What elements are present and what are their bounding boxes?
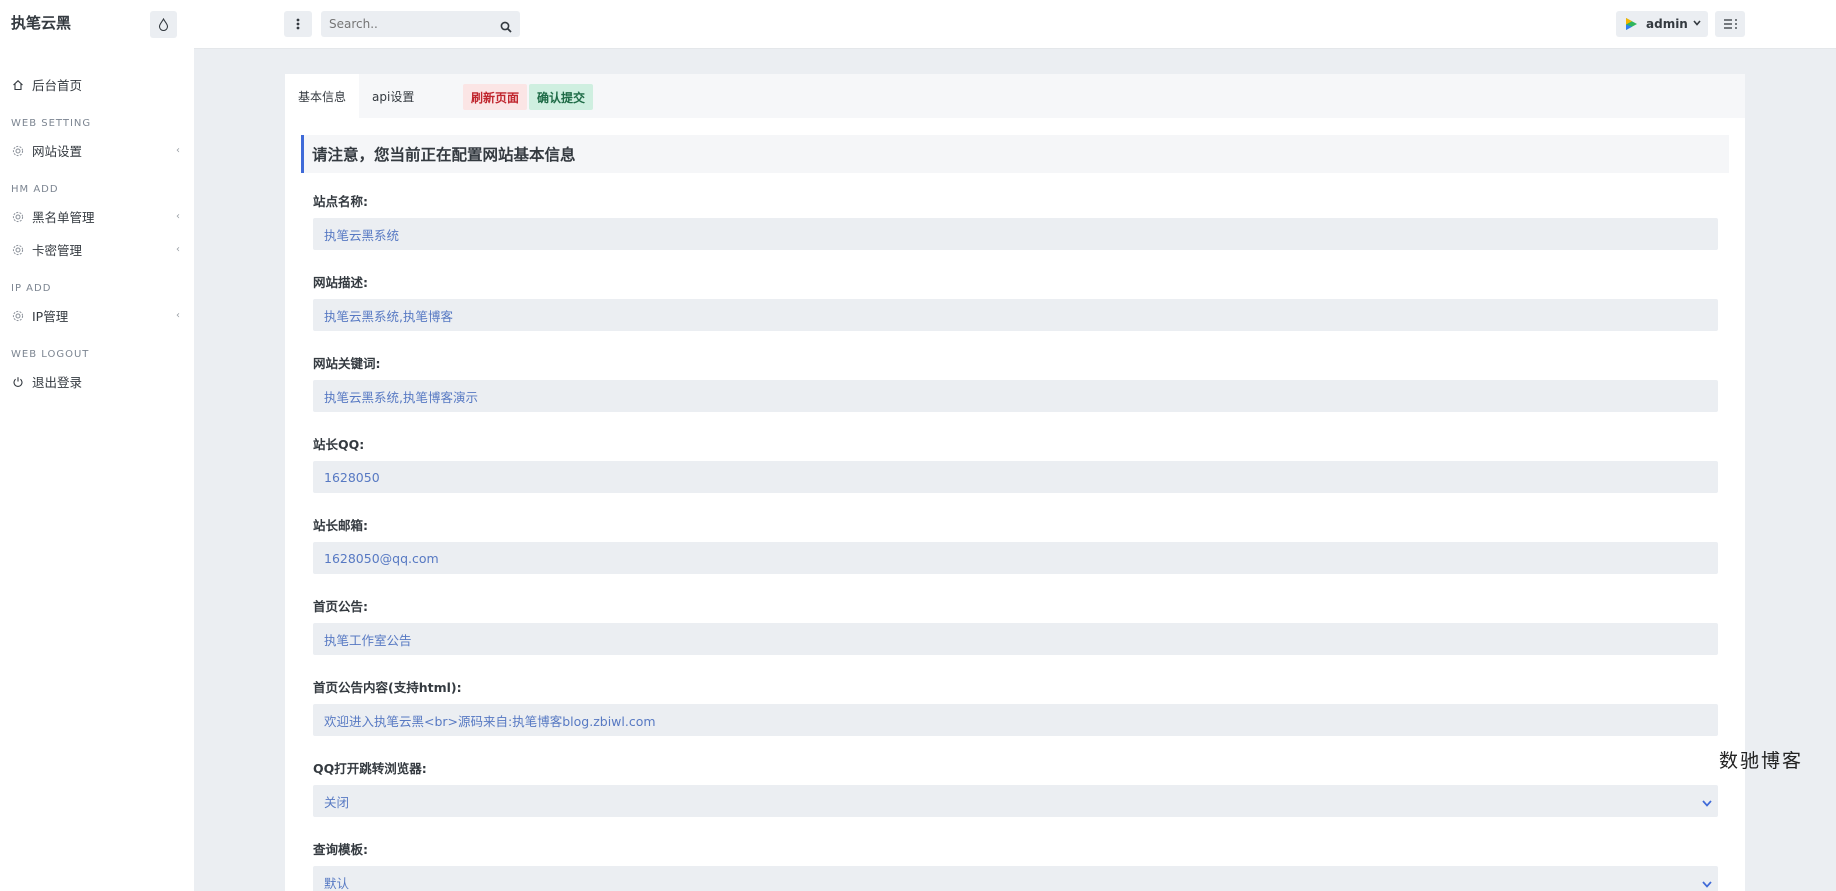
tab-api-settings[interactable]: api设置 [359, 74, 427, 118]
email-field[interactable]: 1628050@qq.com [313, 542, 1718, 574]
theme-toggle-button[interactable] [150, 11, 177, 38]
list-menu-icon [1723, 19, 1737, 29]
sidebar-section-heading: HM ADD [11, 183, 59, 195]
form-group-description: 网站描述: 执笔云黑系统,执笔博客 [313, 273, 1718, 350]
watermark: 数驰博客 [1719, 750, 1804, 772]
gear-icon [12, 244, 24, 256]
gear-icon [12, 211, 24, 223]
form-group-announcement-content: 首页公告内容(支持html): 欢迎进入执笔云黑<br>源码来自:执笔博客blo… [313, 678, 1718, 755]
sidebar-nav: 后台首页 WEB SETTING 网站设置 ‹ HM ADD 黑名单管理 ‹ 卡… [0, 68, 194, 398]
select-value: 关闭 [324, 794, 350, 810]
user-menu-button[interactable]: admin [1616, 11, 1708, 37]
qq-input[interactable]: 1628050 [313, 461, 1718, 493]
sidebar: 执笔云黑 后台首页 WEB SETTING 网站设置 ‹ HM ADD 黑名单管… [0, 0, 194, 891]
sidebar-item-label: 黑名单管理 [32, 210, 95, 225]
sidebar-item-card-keys[interactable]: 卡密管理 ‹ [0, 233, 194, 266]
field-label: 首页公告内容(支持html): [313, 680, 462, 695]
power-icon [12, 376, 24, 388]
search-box [321, 11, 520, 37]
sidebar-section-heading: IP ADD [11, 282, 52, 294]
gear-icon [12, 310, 24, 322]
settings-card: 基本信息 api设置 刷新页面 确认提交 请注意，您当前正在配置网站基本信息 站… [285, 74, 1745, 891]
form-group-qq: 站长QQ: 1628050 [313, 435, 1718, 512]
field-label: 站长邮箱: [313, 518, 368, 533]
sidebar-item-logout[interactable]: 退出登录 [0, 365, 194, 398]
home-icon [12, 79, 24, 91]
confirm-submit-button[interactable]: 确认提交 [529, 84, 594, 110]
tab-bar: 基本信息 api设置 刷新页面 确认提交 [285, 74, 1745, 118]
sidebar-item-label: 退出登录 [32, 375, 83, 390]
chevron-down-icon [1693, 19, 1701, 29]
sidebar-item-label: 卡密管理 [32, 243, 83, 258]
sidebar-item-label: 后台首页 [32, 78, 83, 93]
side-panel-toggle-button[interactable] [1715, 11, 1745, 37]
field-label: 站长QQ: [313, 437, 365, 452]
sidebar-item-ip[interactable]: IP管理 ‹ [0, 299, 194, 332]
settings-form: 站点名称: 执笔云黑系统 网站描述: 执笔云黑系统,执笔博客 网站关键词: 执笔… [313, 188, 1718, 891]
sidebar-item-blacklist[interactable]: 黑名单管理 ‹ [0, 200, 194, 233]
sidebar-item-label: 网站设置 [32, 144, 83, 159]
notice-heading: 请注意，您当前正在配置网站基本信息 [301, 135, 1729, 173]
field-label: 网站描述: [313, 275, 368, 290]
more-options-button[interactable] [284, 11, 312, 37]
search-input[interactable] [321, 11, 481, 37]
announcement-content-input[interactable]: 欢迎进入执笔云黑<br>源码来自:执笔博客blog.zbiwl.com [313, 704, 1718, 736]
chevron-down-icon [1702, 795, 1712, 810]
drop-icon [158, 18, 169, 31]
description-input[interactable]: 执笔云黑系统,执笔博客 [313, 299, 1718, 331]
form-group-announcement: 首页公告: 执笔工作室公告 [313, 597, 1718, 674]
avatar [1626, 18, 1637, 30]
chevron-left-icon: ‹ [176, 310, 180, 321]
brand-logo[interactable]: 执笔云黑 [11, 12, 71, 33]
qq-redirect-select[interactable]: 关闭 [313, 785, 1718, 817]
form-group-site-name: 站点名称: 执笔云黑系统 [313, 192, 1718, 269]
sidebar-section-heading: WEB SETTING [11, 117, 92, 129]
sidebar-item-site-settings[interactable]: 网站设置 ‹ [0, 134, 194, 167]
tab-basic-info[interactable]: 基本信息 [285, 74, 360, 118]
keywords-input[interactable]: 执笔云黑系统,执笔博客演示 [313, 380, 1718, 412]
search-icon[interactable] [500, 18, 512, 37]
field-label: 查询模板: [313, 842, 368, 857]
chevron-down-icon [1702, 876, 1712, 891]
gear-icon [12, 145, 24, 157]
sidebar-section-heading: WEB LOGOUT [11, 348, 90, 360]
sidebar-item-home[interactable]: 后台首页 [0, 68, 194, 101]
form-group-qq-redirect: QQ打开跳转浏览器: 关闭 [313, 759, 1718, 836]
top-bar: admin [194, 0, 1836, 49]
user-name: admin [1646, 17, 1688, 31]
sidebar-item-label: IP管理 [32, 309, 69, 324]
form-group-keywords: 网站关键词: 执笔云黑系统,执笔博客演示 [313, 354, 1718, 431]
field-label: 站点名称: [313, 194, 368, 209]
vertical-dots-icon [296, 18, 300, 30]
chevron-left-icon: ‹ [176, 145, 180, 156]
chevron-left-icon: ‹ [176, 244, 180, 255]
field-label: 首页公告: [313, 599, 368, 614]
form-group-query-template: 查询模板: 默认 [313, 840, 1718, 891]
field-label: 网站关键词: [313, 356, 381, 371]
query-template-select[interactable]: 默认 [313, 866, 1718, 891]
select-value: 默认 [324, 875, 350, 891]
form-group-email: 站长邮箱: 1628050@qq.com [313, 516, 1718, 593]
site-name-input[interactable]: 执笔云黑系统 [313, 218, 1718, 250]
chevron-left-icon: ‹ [176, 211, 180, 222]
refresh-page-button[interactable]: 刷新页面 [463, 84, 528, 110]
field-label: QQ打开跳转浏览器: [313, 761, 427, 776]
announcement-input[interactable]: 执笔工作室公告 [313, 623, 1718, 655]
